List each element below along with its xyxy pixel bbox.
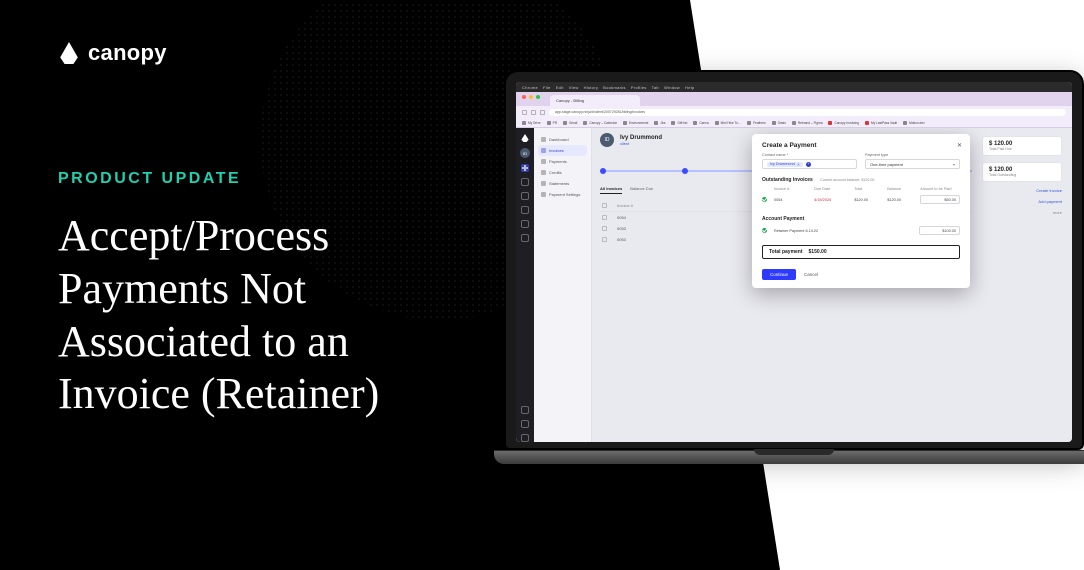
client-avatar[interactable]: ID (520, 148, 530, 158)
left-rail: ID (516, 128, 534, 442)
retainer-amount-input[interactable]: $100.00 (919, 226, 960, 235)
header-checkbox[interactable] (602, 203, 607, 208)
bookmark-item[interactable]: Canopy Invoicing (828, 121, 858, 125)
logo-text: canopy (88, 40, 167, 66)
bookmark-item[interactable]: Canopy – Calendar (583, 121, 616, 125)
chevron-down-icon: ▾ (953, 162, 955, 167)
payment-type-label: Payment type (865, 153, 960, 157)
back-icon[interactable] (522, 110, 527, 115)
bookmark-item[interactable]: Gmail (563, 121, 577, 125)
retainer-label: Retainer Payment 6.14.22 (774, 229, 848, 233)
subnav-statements[interactable]: Statements (538, 178, 587, 189)
traffic-max-icon[interactable] (536, 95, 540, 99)
main-area: ID Ivy Drummond client $ 120.00 Total Pa… (592, 128, 1072, 442)
account-payment-row: Retainer Payment 6.14.22 $100.00 (762, 224, 960, 237)
bookmark-item[interactable]: My Drive (522, 121, 541, 125)
address-bar[interactable]: app-stage.canopy.ninja/#/client/20072928… (549, 109, 1066, 116)
bookmark-item[interactable]: Canva (693, 121, 708, 125)
modal-title: Create a Payment (762, 142, 960, 149)
payment-type-select[interactable]: One-time payment ▾ (865, 159, 960, 169)
bookmark-item[interactable]: Jira (654, 121, 665, 125)
bookmarks-bar: My Drive PR Gmail Canopy – Calendar Envi… (516, 118, 1072, 128)
rail-icon[interactable] (521, 420, 529, 428)
rail-icon[interactable] (521, 406, 529, 414)
invoice-row[interactable]: 0054 4/19/2024 $120.00 $120.00 $50.00 (762, 193, 960, 206)
amount-to-pay-input[interactable]: $50.00 (920, 195, 960, 204)
browser-toolbar: app-stage.canopy.ninja/#/client/20072928… (516, 106, 1072, 118)
mac-menubar: Chrome File Edit View History Bookmarks … (516, 82, 1072, 92)
rail-icon[interactable] (521, 434, 529, 442)
continue-button[interactable]: Continue (762, 269, 796, 280)
bookmark-item[interactable]: Motion.dev (903, 121, 925, 125)
contact-chip[interactable]: Ivy Drummond✕ (767, 162, 803, 167)
subnav-payments[interactable]: Payments (538, 156, 587, 167)
cancel-button[interactable]: Cancel (804, 272, 818, 277)
rail-icon[interactable] (521, 220, 529, 228)
browser-tab-title: Canopy - Billing (556, 98, 584, 103)
rail-icon[interactable] (521, 234, 529, 242)
rail-icon[interactable] (521, 206, 529, 214)
add-payment-link[interactable]: Add payment (982, 199, 1062, 204)
contact-name-input[interactable]: Ivy Drummond✕ + (762, 159, 857, 169)
outstanding-section-title: Outstanding Invoices Current account bal… (762, 177, 960, 183)
subnav-dashboard[interactable]: Dashboard (538, 134, 587, 145)
forward-icon[interactable] (531, 110, 536, 115)
bookmark-item[interactable]: Environments (623, 121, 649, 125)
bookmark-item[interactable]: Rebrand – Figma (792, 121, 823, 125)
account-checked-icon[interactable] (762, 228, 767, 233)
subnav-invoices[interactable]: Invoices (538, 145, 587, 156)
rail-icon[interactable] (521, 192, 529, 200)
bookmark-item[interactable]: Mini Hive To… (715, 121, 742, 125)
add-contact-button[interactable]: + (806, 162, 811, 167)
invoice-checked-icon[interactable] (762, 197, 767, 202)
bookmark-item[interactable]: My LastPass Vault (865, 121, 897, 125)
logo-mark-icon (58, 42, 80, 64)
tab-balance-due[interactable]: Balance Due (630, 186, 653, 194)
billing-subnav: Dashboard Invoices Payments Credits Stat… (534, 128, 592, 442)
browser-tab[interactable]: Canopy - Billing (550, 95, 640, 106)
bookmark-item[interactable]: GitHub (671, 121, 687, 125)
contact-name-label: Contact name * (762, 153, 857, 157)
traffic-min-icon[interactable] (529, 95, 533, 99)
account-payment-title: Account Payment (762, 216, 960, 222)
client-type-link[interactable]: client (620, 141, 662, 146)
browser-tab-strip: Canopy - Billing (516, 92, 1072, 106)
summary-card-outstanding: $ 120.00 Total Outstanding (982, 162, 1062, 182)
tab-all-invoices[interactable]: All Invoices (600, 186, 622, 194)
more-link[interactable]: more (982, 210, 1062, 215)
laptop-mockup: Chrome File Edit View History Bookmarks … (494, 70, 1084, 490)
traffic-close-icon[interactable] (522, 95, 526, 99)
headline: Accept/Process Payments Not Associated t… (58, 210, 478, 421)
client-name: Ivy Drummond (620, 135, 662, 141)
subnav-credits[interactable]: Credits (538, 167, 587, 178)
rail-icon[interactable] (521, 178, 529, 186)
summary-card-paid: $ 120.00 Total Paid Due (982, 136, 1062, 156)
subnav-payment-settings[interactable]: Payment Settings (538, 189, 587, 200)
total-payment-row: Total payment $150.00 (762, 245, 960, 259)
bookmark-item[interactable]: PR (547, 121, 557, 125)
outstanding-invoices-table: Invoice # Due Date Total Balance Amount … (762, 185, 960, 206)
brand-logo: canopy (58, 40, 167, 66)
kicker-label: PRODUCT UPDATE (58, 170, 241, 188)
bookmark-item[interactable]: Oasis (772, 121, 786, 125)
add-button[interactable] (521, 164, 529, 172)
reload-icon[interactable] (540, 110, 545, 115)
app-logo-icon[interactable] (521, 134, 529, 142)
bookmark-item[interactable]: Feathers (747, 121, 766, 125)
create-invoice-link[interactable]: Create Invoice (982, 188, 1062, 193)
create-payment-modal: Create a Payment ✕ Contact name * Ivy Dr… (752, 134, 970, 288)
close-icon[interactable]: ✕ (957, 142, 962, 149)
client-avatar-large: ID (600, 133, 614, 147)
